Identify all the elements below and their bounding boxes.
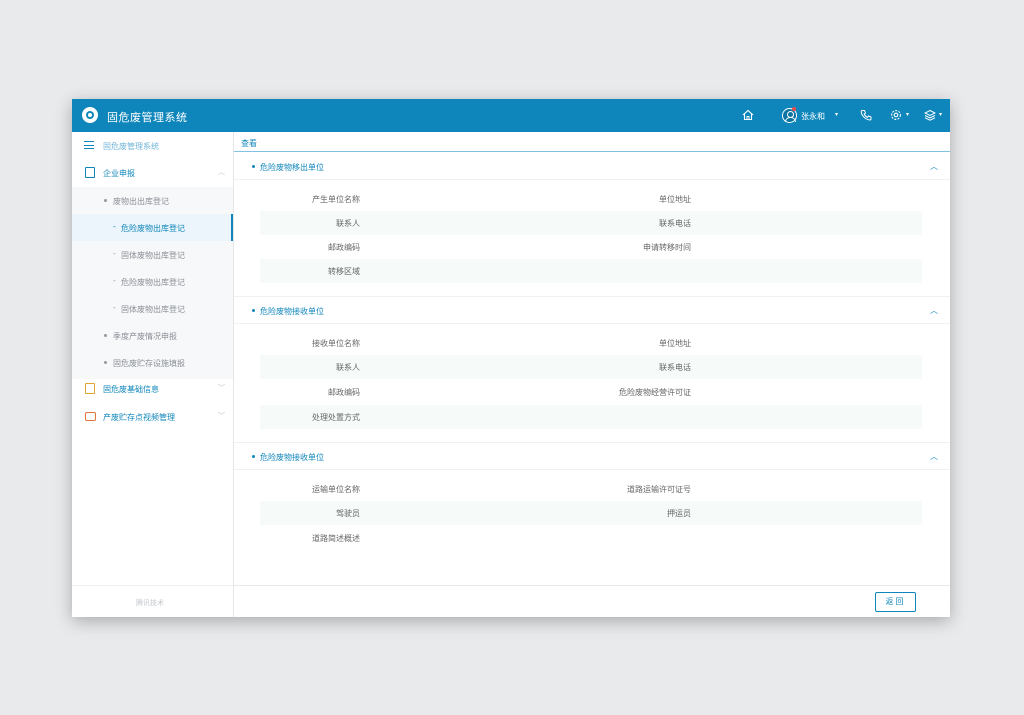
sidebar-item-storage[interactable]: 固危废贮存设施填报 — [72, 349, 233, 376]
section-header[interactable]: 危险废物移出单位 ︿ — [234, 152, 950, 180]
field-label: 运输单位名称 — [312, 485, 360, 494]
page-title: 查看 — [241, 139, 257, 148]
form-row: 转移区域 — [260, 259, 922, 283]
field-label: 单位地址 — [659, 195, 691, 204]
dash-icon: - — [113, 303, 116, 312]
field-label: 驾驶员 — [336, 509, 360, 518]
sidebar-item-label: 企业申报 — [103, 169, 135, 178]
sidebar-item-label: 固危废基础信息 — [103, 385, 159, 394]
form-row: 邮政编码 申请转移时间 — [260, 235, 922, 259]
field-label: 道路运输许可证号 — [627, 485, 691, 494]
bullet-icon — [104, 361, 107, 364]
sidebar-item-quarterly[interactable]: 季度产废情况申报 — [72, 322, 233, 349]
field-label: 产生单位名称 — [312, 195, 360, 204]
sidebar-item-label: 季度产废情况申报 — [113, 332, 177, 341]
sidebar-system-title[interactable]: 固危废管理系统 — [72, 132, 233, 159]
field-label: 申请转移时间 — [643, 243, 691, 252]
sidebar-item-hazard-out-2[interactable]: - 危险废物出库登记 — [72, 268, 233, 295]
section-header[interactable]: 危险废物接收单位 ︿ — [234, 296, 950, 324]
section-header[interactable]: 危险废物接收单位 ︿ — [234, 442, 950, 470]
footer-text: 腾讯技术 — [136, 599, 164, 607]
layers-icon[interactable] — [924, 109, 936, 122]
field-label: 联系人 — [336, 363, 360, 372]
field-label: 押运员 — [667, 509, 691, 518]
back-button[interactable]: 返回 — [875, 592, 916, 612]
info-file-icon — [85, 383, 95, 394]
sidebar: 固危废管理系统 企业申报 ︿ 废物出出库登记 - 危险废物出库登记 - 固体废物… — [72, 132, 234, 617]
field-label: 邮政编码 — [328, 243, 360, 252]
form-row: 驾驶员 押运员 — [260, 501, 922, 525]
form-row: 产生单位名称 单位地址 — [260, 187, 922, 211]
chevron-down-icon[interactable]: ▾ — [939, 111, 942, 119]
field-label: 道路简述概述 — [312, 534, 360, 543]
sidebar-item-label: 固危废管理系统 — [103, 142, 159, 151]
sidebar-item-hazard-out-active[interactable]: - 危险废物出库登记 — [72, 214, 233, 241]
sidebar-item-corp-declare[interactable]: 企业申报 ︿ — [72, 159, 233, 186]
field-label: 联系电话 — [659, 219, 691, 228]
sidebar-item-label: 固体废物出库登记 — [121, 251, 185, 260]
dash-icon: - — [113, 222, 116, 231]
breadcrumb: 查看 — [234, 132, 950, 152]
gear-icon[interactable] — [890, 109, 902, 122]
collapse-icon[interactable]: ︿ — [930, 305, 938, 316]
section-title: 危险废物接收单位 — [260, 453, 324, 462]
bullet-icon — [252, 455, 255, 458]
top-header: 固危废管理系统 张永和 ▾ ▾ ▾ — [72, 99, 950, 132]
collapse-icon[interactable]: ︿ — [930, 161, 938, 172]
sidebar-item-base-info[interactable]: 固危废基础信息 ﹀ — [72, 375, 233, 402]
sidebar-item-label: 固体废物出库登记 — [121, 305, 185, 314]
form-row: 道路简述概述 — [260, 526, 922, 550]
form-row: 联系人 联系电话 — [260, 211, 922, 235]
field-label: 单位地址 — [659, 339, 691, 348]
field-label: 处理处置方式 — [312, 413, 360, 422]
form-row: 运输单位名称 道路运输许可证号 — [260, 477, 922, 501]
sidebar-item-label: 危险废物出库登记 — [121, 224, 185, 233]
chevron-down-icon[interactable]: ▾ — [835, 111, 838, 119]
chevron-down-icon[interactable]: ▾ — [906, 111, 909, 119]
dash-icon: - — [113, 249, 116, 258]
main-content: 查看 危险废物移出单位 ︿ 产生单位名称 单位地址 联系人 联系电话 邮政编码 … — [234, 132, 950, 617]
chevron-down-icon: ﹀ — [218, 412, 225, 420]
form-row: 联系人 联系电话 — [260, 355, 922, 379]
dash-icon: - — [113, 276, 116, 285]
section-title: 危险废物移出单位 — [260, 163, 324, 172]
field-label: 接收单位名称 — [312, 339, 360, 348]
user-name[interactable]: 张永和 — [801, 111, 825, 122]
field-label: 邮政编码 — [328, 388, 360, 397]
sidebar-footer: 腾讯技术 — [72, 585, 233, 617]
field-label: 转移区域 — [328, 267, 360, 276]
sidebar-item-video[interactable]: 产废贮存点视频管理 ﹀ — [72, 403, 233, 430]
field-label: 危险废物经营许可证 — [619, 388, 691, 397]
menu-icon[interactable] — [84, 141, 94, 149]
sidebar-item-label: 产废贮存点视频管理 — [103, 413, 175, 422]
footer-bar: 返回 — [234, 585, 950, 617]
logo-icon — [82, 107, 98, 123]
notification-badge — [792, 107, 796, 111]
phone-icon[interactable] — [860, 109, 872, 122]
app-window: 固危废管理系统 张永和 ▾ ▾ ▾ 固危废管理系统 企业申报 ︿ 废物出出库登记… — [72, 99, 950, 617]
sidebar-item-waste-io[interactable]: 废物出出库登记 — [72, 187, 233, 214]
bullet-icon — [252, 309, 255, 312]
chevron-up-icon: ︿ — [218, 168, 225, 176]
home-icon[interactable] — [742, 109, 754, 122]
field-label: 联系电话 — [659, 363, 691, 372]
chevron-down-icon: ﹀ — [218, 384, 225, 392]
form-row: 邮政编码 危险废物经营许可证 — [260, 380, 922, 404]
sidebar-item-solid-out-2[interactable]: - 固体废物出库登记 — [72, 295, 233, 322]
field-label: 联系人 — [336, 219, 360, 228]
bullet-icon — [104, 334, 107, 337]
sidebar-item-label: 固危废贮存设施填报 — [113, 359, 185, 368]
document-icon — [85, 167, 95, 178]
camera-icon — [85, 412, 96, 421]
sidebar-item-label: 废物出出库登记 — [113, 197, 169, 206]
sidebar-item-solid-out[interactable]: - 固体废物出库登记 — [72, 241, 233, 268]
form-row: 处理处置方式 — [260, 405, 922, 429]
sidebar-item-label: 危险废物出库登记 — [121, 278, 185, 287]
form-row: 接收单位名称 单位地址 — [260, 331, 922, 355]
bullet-icon — [252, 165, 255, 168]
section-title: 危险废物接收单位 — [260, 307, 324, 316]
bullet-icon — [104, 199, 107, 202]
collapse-icon[interactable]: ︿ — [930, 451, 938, 462]
app-title: 固危废管理系统 — [107, 111, 188, 124]
